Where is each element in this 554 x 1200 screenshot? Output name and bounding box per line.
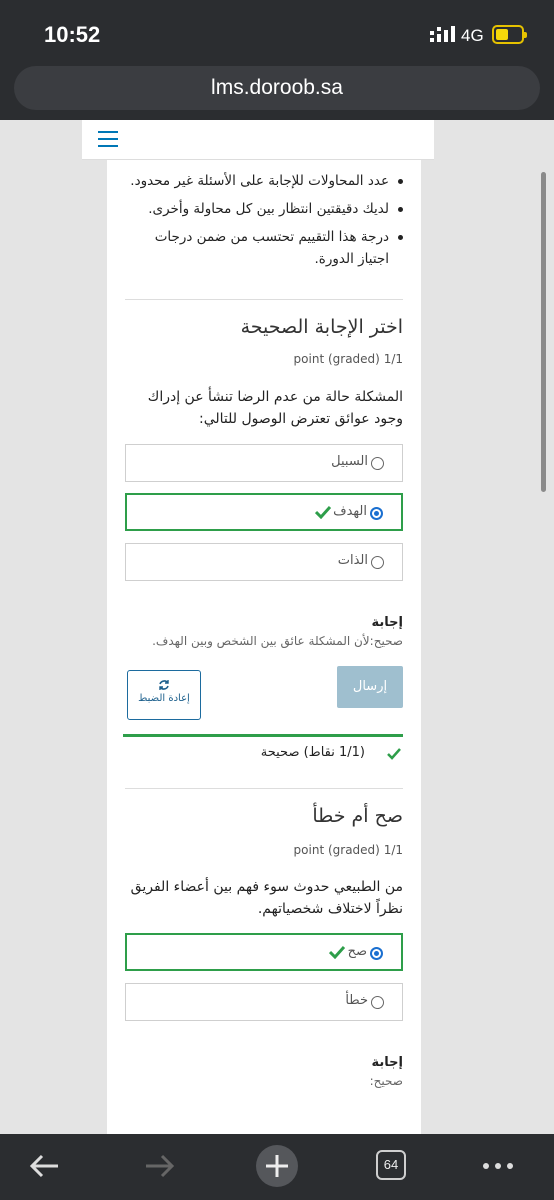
refresh-icon <box>159 680 169 690</box>
browser-toolbar: 64 <box>0 1134 554 1200</box>
rule-item: لديك دقيقتين انتظار بين كل محاولة وأخرى. <box>123 198 403 220</box>
battery-icon <box>492 25 527 44</box>
forward-icon[interactable] <box>142 1148 178 1184</box>
signal-icon <box>430 26 455 42</box>
answer-text: صحيح: <box>369 1074 403 1088</box>
option-label: الهدف <box>333 504 367 519</box>
question-title: اختر الإجابة الصحيحة <box>240 316 403 338</box>
question-points: 1/1 point (graded) <box>293 352 403 366</box>
result-bar <box>123 734 403 737</box>
submit-button[interactable]: إرسال <box>337 666 403 708</box>
status-time: 10:52 <box>44 22 101 47</box>
url-bar[interactable]: lms.doroob.sa <box>14 66 540 110</box>
option-label: السبيل <box>331 454 368 469</box>
option-true[interactable]: صح <box>125 933 403 971</box>
radio-icon <box>371 996 384 1009</box>
option-label: صح <box>347 944 367 959</box>
rules-list: عدد المحاولات للإجابة على الأسئلة غير مح… <box>123 170 403 276</box>
answer-title: إجابة <box>371 615 403 630</box>
option-label: خطأ <box>345 993 368 1008</box>
check-icon <box>329 945 345 959</box>
question-text: المشكلة حالة من عدم الرضا تنشأ عن إدراك … <box>147 389 403 427</box>
back-icon[interactable] <box>26 1148 62 1184</box>
question-title: صح أم خطأ <box>312 805 403 827</box>
question-points: 1/1 point (graded) <box>293 843 403 857</box>
question-text: من الطبيعي حدوث سوء فهم بين أعضاء الفريق… <box>130 879 403 917</box>
radio-icon <box>371 556 384 569</box>
new-tab-icon[interactable] <box>252 1144 302 1188</box>
web-content: عدد المحاولات للإجابة على الأسئلة غير مح… <box>0 120 554 1134</box>
top-nav <box>82 120 434 160</box>
divider <box>125 299 403 300</box>
option-sabeel[interactable]: السبيل <box>125 444 403 482</box>
scrollbar[interactable] <box>541 172 546 492</box>
course-card: عدد المحاولات للإجابة على الأسئلة غير مح… <box>107 160 421 1134</box>
reset-button[interactable]: إعادة الضبط <box>127 670 201 720</box>
check-icon <box>387 748 401 760</box>
status-bar: 10:52 4G <box>0 0 554 62</box>
result-status: (1/1 نقاط) صحيحة <box>260 745 365 760</box>
reset-label: إعادة الضبط <box>138 693 190 704</box>
option-thaat[interactable]: الذات <box>125 543 403 581</box>
check-icon <box>315 505 331 519</box>
divider <box>125 788 403 789</box>
network-type: 4G <box>461 26 484 45</box>
more-icon[interactable] <box>480 1148 516 1184</box>
option-label: الذات <box>337 553 368 568</box>
answer-title: إجابة <box>371 1055 403 1070</box>
radio-checked-icon <box>370 507 383 520</box>
rule-item: درجة هذا التقييم تحتسب من ضمن درجات اجتي… <box>123 226 403 270</box>
menu-icon[interactable] <box>98 131 118 147</box>
answer-text: صحيح:لأن المشكلة عائق بين الشخص وبين اله… <box>152 634 403 648</box>
option-false[interactable]: خطأ <box>125 983 403 1021</box>
radio-icon <box>371 457 384 470</box>
radio-checked-icon <box>370 947 383 960</box>
option-hadaf[interactable]: الهدف <box>125 493 403 531</box>
tabs-button[interactable]: 64 <box>376 1150 406 1180</box>
rule-item: عدد المحاولات للإجابة على الأسئلة غير مح… <box>123 170 403 192</box>
